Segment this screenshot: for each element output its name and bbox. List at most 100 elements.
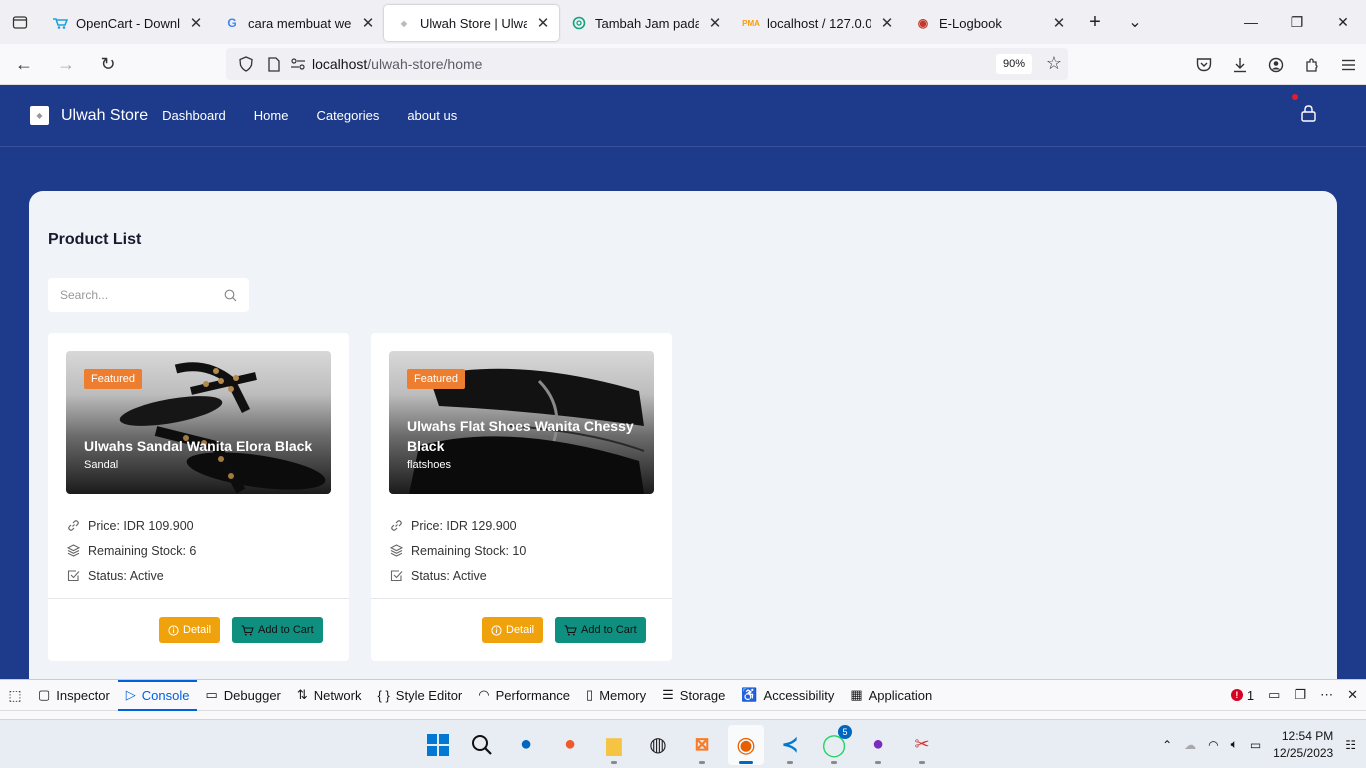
browser-tab[interactable]: G cara membuat web di ✕ [212, 5, 384, 41]
taskbar-snipping-tool[interactable]: ✂ [904, 725, 940, 765]
product-price: Price: IDR 129.900 [411, 518, 517, 533]
featured-badge: Featured [407, 369, 466, 389]
account-icon[interactable] [1258, 49, 1294, 81]
wifi-icon[interactable]: ◠ [1208, 738, 1218, 752]
clock-time: 12:54 PM [1281, 728, 1334, 743]
menu-icon[interactable] [1330, 49, 1366, 81]
responsive-design-icon[interactable]: ▭ [1268, 687, 1280, 703]
devtools-tab-memory[interactable]: ▯ Memory [578, 680, 654, 711]
error-counter[interactable]: ! 1 [1230, 688, 1254, 703]
taskbar-search[interactable] [464, 725, 500, 765]
taskbar-app-orange[interactable]: ● [552, 725, 588, 765]
browser-tab[interactable]: ◉ E-Logbook ✕ [903, 5, 1075, 41]
list-all-tabs-button[interactable] [0, 0, 40, 44]
taskbar-app-purple[interactable]: ● [860, 725, 896, 765]
add-to-cart-label: Add to Cart [581, 624, 637, 636]
battery-icon[interactable]: ▭ [1250, 738, 1261, 752]
dock-icon[interactable]: ❐ [1294, 687, 1306, 703]
taskbar-xampp[interactable]: ⊠ [684, 725, 720, 765]
extensions-icon[interactable] [1294, 49, 1330, 81]
restore-button[interactable]: ❐ [1274, 0, 1320, 44]
volume-icon[interactable]: 🔈︎ [1231, 737, 1238, 752]
nav-home[interactable]: Home [254, 108, 289, 123]
cloud-icon[interactable]: ☁ [1184, 738, 1196, 752]
nav-dashboard[interactable]: Dashboard [162, 108, 226, 123]
devtools-tab-network[interactable]: ⇅ Network [289, 680, 370, 711]
product-price: Price: IDR 109.900 [88, 518, 194, 533]
browser-tab[interactable]: PMA localhost / 127.0.0.1 / e ✕ [731, 5, 903, 41]
start-button[interactable] [420, 725, 456, 765]
devtools-tab-console[interactable]: ▷ Console [117, 679, 198, 711]
shield-icon[interactable] [230, 56, 262, 72]
taskbar-app-globe[interactable]: ◍ [640, 725, 676, 765]
taskbar-whatsapp[interactable]: ◯ 5 [816, 724, 852, 765]
page-title: Product List [48, 231, 142, 248]
close-tab-icon[interactable]: ✕ [360, 14, 376, 32]
element-picker-icon[interactable]: ⬚ [0, 687, 30, 704]
browser-tab[interactable]: Tambah Jam pada Form ✕ [559, 5, 731, 41]
search-input[interactable] [60, 288, 224, 302]
nav-about-us[interactable]: about us [407, 108, 457, 123]
checkbox-icon [389, 569, 403, 582]
close-tab-icon[interactable]: ✕ [879, 14, 895, 32]
add-to-cart-button[interactable]: Add to Cart [555, 617, 646, 643]
close-tab-icon[interactable]: ✕ [188, 14, 204, 32]
page-icon[interactable] [262, 56, 286, 72]
back-button[interactable]: ← [6, 48, 42, 80]
browser-tab-active[interactable]: ◆ Ulwah Store | Ulwah Store ✕ [384, 5, 559, 41]
url-text[interactable]: localhost/ulwah-store/home [312, 56, 482, 72]
taskbar-vscode[interactable]: ≺ [772, 725, 808, 765]
restore-icon: ❐ [1290, 13, 1304, 30]
forward-button[interactable]: → [48, 48, 84, 80]
tab-overflow-button[interactable]: ⌄ [1115, 0, 1155, 44]
more-options-icon[interactable]: ⋯ [1320, 687, 1333, 703]
add-to-cart-button[interactable]: Add to Cart [232, 617, 323, 643]
chevron-up-icon[interactable]: ⌃ [1162, 738, 1172, 752]
store-logo[interactable]: ◆ [30, 106, 49, 125]
permissions-icon[interactable] [286, 58, 310, 70]
nav-categories[interactable]: Categories [316, 108, 379, 123]
close-tab-icon[interactable]: ✕ [707, 14, 723, 32]
devtools-tab-accessibility[interactable]: ♿ Accessibility [733, 680, 842, 711]
close-devtools-icon[interactable]: ✕ [1347, 687, 1358, 703]
taskbar-file-explorer[interactable]: ▆ [596, 725, 632, 765]
error-icon: ! [1230, 689, 1243, 701]
devtools-tab-inspector[interactable]: ▢ Inspector [30, 680, 118, 711]
detail-button[interactable]: Detail [482, 617, 544, 643]
bookmark-star-icon[interactable]: ☆ [1046, 53, 1062, 74]
new-tab-button[interactable]: + [1075, 0, 1115, 44]
product-name[interactable]: Ulwahs Flat Shoes Wanita Chessy Black [407, 416, 642, 456]
taskbar-maps[interactable]: ● [508, 725, 544, 765]
devtools-tab-debugger[interactable]: ▭ Debugger [197, 680, 288, 711]
minimize-button[interactable]: — [1228, 0, 1274, 44]
search-box[interactable] [48, 278, 249, 312]
taskbar-firefox[interactable]: ◉ [728, 724, 764, 765]
reload-button[interactable]: ↻ [90, 48, 126, 80]
product-image[interactable]: Featured Ulwahs Sandal Wanita Elora Blac… [66, 351, 331, 494]
clock[interactable]: 12:54 PM 12/25/2023 [1273, 728, 1333, 762]
link-icon [389, 519, 403, 532]
zoom-level-button[interactable]: 90% [995, 54, 1032, 74]
pocket-icon[interactable] [1186, 49, 1222, 81]
tab-label: Storage [679, 687, 726, 703]
devtools-tab-performance[interactable]: ◠ Performance [470, 680, 578, 711]
devtools-tab-storage[interactable]: ☰ Storage [654, 680, 733, 711]
detail-button[interactable]: Detail [159, 617, 221, 643]
product-stock: Remaining Stock: 6 [88, 543, 197, 558]
close-tab-icon[interactable]: ✕ [1051, 14, 1067, 32]
lock-icon[interactable] [1301, 105, 1316, 125]
windows-icon [427, 733, 449, 756]
store-brand[interactable]: Ulwah Store [61, 107, 148, 125]
url-bar[interactable]: localhost/ulwah-store/home 90% ☆ [226, 48, 1068, 80]
product-image[interactable]: Featured Ulwahs Flat Shoes Wanita Chessy… [389, 351, 654, 494]
notifications-icon[interactable]: ☷ [1345, 738, 1356, 752]
close-tab-icon[interactable]: ✕ [535, 14, 551, 32]
product-name[interactable]: Ulwahs Sandal Wanita Elora Black [84, 436, 319, 456]
folder-icon: ▆ [606, 734, 622, 756]
browser-tab[interactable]: OpenCart - Downloads ✕ [40, 5, 212, 41]
chevron-down-icon: ⌄ [1128, 14, 1142, 31]
devtools-tab-style-editor[interactable]: { } Style Editor [369, 680, 470, 711]
devtools-tab-application[interactable]: ▦ Application [842, 680, 940, 711]
downloads-icon[interactable] [1222, 49, 1258, 81]
close-window-button[interactable]: ✕ [1320, 0, 1366, 44]
